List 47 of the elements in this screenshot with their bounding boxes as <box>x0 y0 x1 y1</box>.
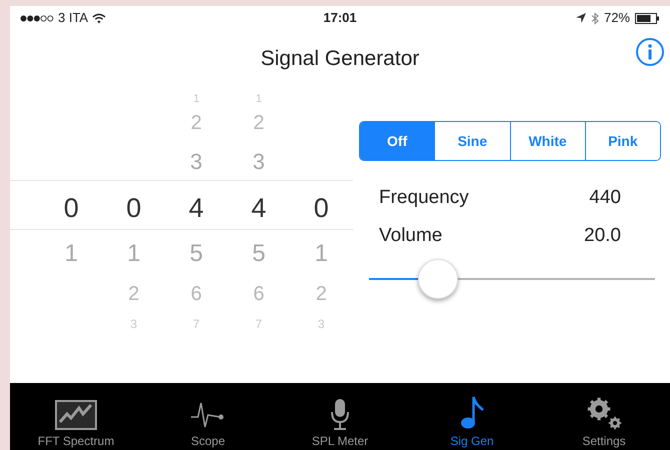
signal-strength-icon <box>20 14 54 22</box>
parameter-label: Frequency <box>379 186 469 210</box>
bluetooth-icon <box>590 12 599 24</box>
battery-percentage: 72% <box>604 9 630 28</box>
picker-digit: 6 <box>253 284 264 304</box>
parameter-label: Volume <box>379 224 442 248</box>
tab-bar-item[interactable]: Settings <box>538 383 670 450</box>
picker-digit: 2 <box>190 113 202 133</box>
microphone-icon <box>330 398 350 430</box>
chart-icon <box>55 400 97 430</box>
picker-digit: 3 <box>190 151 202 173</box>
status-time: 17:01 <box>322 9 358 28</box>
tab-bar-item[interactable]: SPL Meter <box>274 383 406 450</box>
selected-digit: 0 <box>126 192 142 225</box>
volume-slider[interactable] <box>369 258 655 300</box>
music-note-icon <box>460 396 484 430</box>
carrier-name: 3 ITA <box>58 9 88 28</box>
selected-digit: 4 <box>251 192 266 225</box>
settings-icon <box>585 396 623 430</box>
pulse-icon <box>190 400 226 430</box>
parameter-value: 440 <box>589 186 621 210</box>
waveform-tab[interactable]: Pink <box>584 122 660 160</box>
screen-title: Signal Generator <box>260 46 420 72</box>
picker-digit: 2 <box>128 284 140 304</box>
tab-bar-item[interactable]: Sig Gen <box>406 383 538 450</box>
selected-digit: 0 <box>314 192 329 225</box>
selected-digit: 0 <box>64 192 79 225</box>
waveform-tab[interactable]: Off <box>360 122 434 160</box>
parameter-value: 20.0 <box>584 224 621 248</box>
picker-digit: 5 <box>190 242 203 266</box>
picker-digit: 6 <box>190 284 202 304</box>
picker-digit: 2 <box>316 284 327 304</box>
battery-icon <box>635 12 660 24</box>
location-arrow-icon <box>576 13 586 23</box>
picker-digit: 2 <box>253 113 264 133</box>
picker-digit: 1 <box>314 242 328 266</box>
selected-digit: 4 <box>188 192 204 225</box>
info-button[interactable] <box>636 38 664 66</box>
wifi-icon <box>92 12 106 24</box>
picker-digit: 5 <box>252 242 266 266</box>
info-icon <box>646 44 654 60</box>
picker-digit: 1 <box>64 242 78 266</box>
picker-digit: 1 <box>127 242 140 266</box>
tab-bar-item[interactable]: FFT Spectrum <box>10 383 142 450</box>
slider-thumb[interactable] <box>418 259 458 299</box>
tab-bar-item[interactable]: Scope <box>142 383 274 450</box>
picker-digit: 3 <box>252 151 265 173</box>
